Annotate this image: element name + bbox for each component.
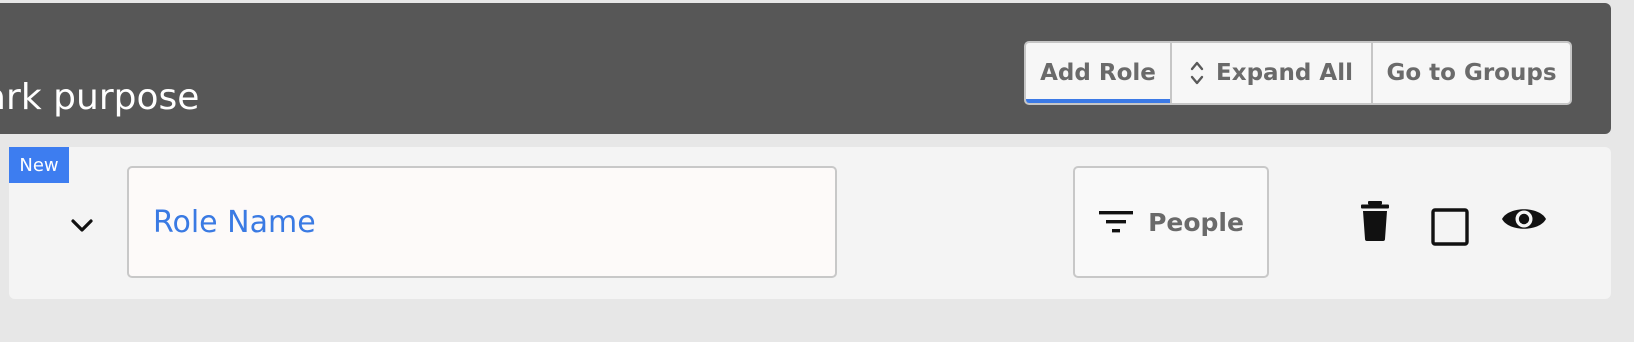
eye-icon[interactable]: [1501, 203, 1547, 239]
go-to-groups-button[interactable]: Go to Groups: [1371, 43, 1570, 103]
people-filter-button[interactable]: People: [1073, 166, 1269, 278]
expand-all-label: Expand All: [1216, 60, 1353, 86]
trash-icon[interactable]: [1359, 201, 1391, 245]
checkbox-icon[interactable]: [1431, 208, 1469, 250]
header-panel: ark purpose Add Role Expand All Go to Gr…: [0, 3, 1611, 134]
page-title: ark purpose: [0, 77, 200, 118]
add-role-button[interactable]: Add Role: [1026, 43, 1170, 103]
expand-all-button[interactable]: Expand All: [1170, 43, 1371, 103]
people-filter-label: People: [1148, 207, 1244, 237]
unfold-icon: [1190, 59, 1204, 87]
role-name-input[interactable]: [127, 166, 837, 278]
new-badge: New: [9, 147, 69, 183]
filter-list-icon: [1098, 207, 1134, 237]
chevron-down-icon[interactable]: [66, 209, 98, 241]
header-button-group: Add Role Expand All Go to Groups: [1024, 41, 1572, 105]
